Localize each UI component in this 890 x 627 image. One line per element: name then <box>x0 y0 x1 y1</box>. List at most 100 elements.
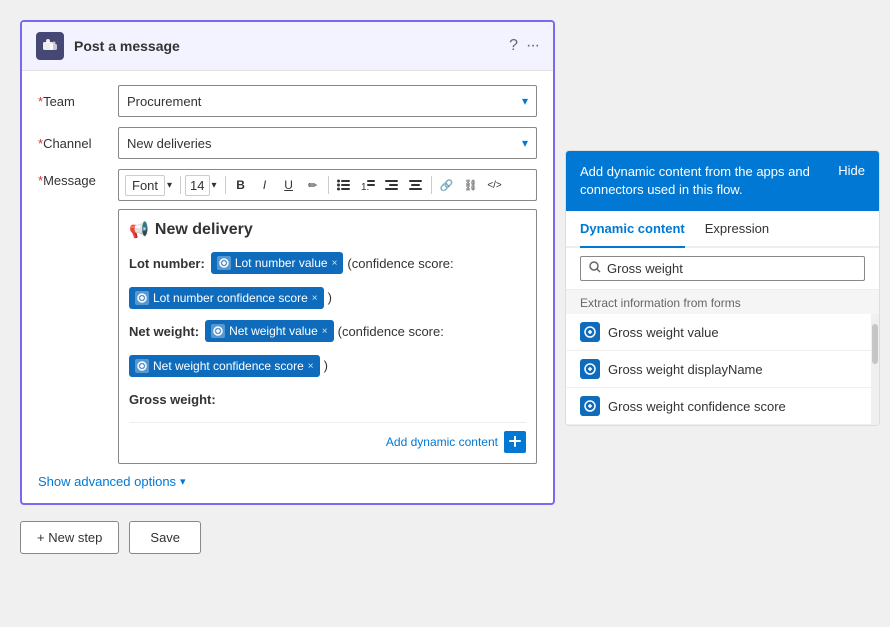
closing-paren-2: ) <box>324 354 328 378</box>
net-confidence-row: Net weight confidence score × ) <box>129 354 526 378</box>
code-button[interactable]: </> <box>484 174 506 196</box>
lot-confidence-chip-icon <box>135 291 149 305</box>
size-chevron-icon[interactable]: ▾ <box>212 180 217 191</box>
message-row: *Message Font ▾ 14 ▾ <box>38 169 537 464</box>
new-step-label: + New step <box>37 530 102 545</box>
more-icon[interactable]: ··· <box>526 37 539 55</box>
item-label-2: Gross weight confidence score <box>608 399 786 414</box>
pen-button[interactable]: ✏ <box>302 174 324 196</box>
lot-value-chip[interactable]: Lot number value × <box>211 252 344 274</box>
panel-header: Add dynamic content from the apps and co… <box>566 151 879 211</box>
megaphone-icon: 📢 <box>129 220 149 240</box>
team-chevron-icon: ▾ <box>522 94 528 108</box>
show-advanced-chevron-icon: ▾ <box>180 475 186 488</box>
size-label[interactable]: 14 <box>185 175 209 196</box>
toolbar-divider-4 <box>431 176 432 194</box>
panel-items: Gross weight value Gross weight displayN… <box>566 314 879 425</box>
gross-weight-label: Gross weight: <box>129 388 216 412</box>
lot-confidence-row: Lot number confidence score × ) <box>129 286 526 310</box>
add-dynamic-row: Add dynamic content <box>129 422 526 453</box>
channel-chevron-icon: ▾ <box>522 136 528 150</box>
item-label-0: Gross weight value <box>608 325 719 340</box>
channel-row: *Channel New deliveries ▾ <box>38 127 537 159</box>
save-label: Save <box>150 530 180 545</box>
bullet-list-button[interactable] <box>333 174 355 196</box>
add-dynamic-button[interactable] <box>504 431 526 453</box>
toolbar-divider-3 <box>328 176 329 194</box>
net-value-chip-label: Net weight value <box>229 324 318 338</box>
team-label: *Team <box>38 94 110 109</box>
card-header-left: Post a message <box>36 32 180 60</box>
lot-number-label: Lot number: <box>129 252 205 276</box>
card-header-actions: ? ··· <box>509 37 539 55</box>
panel-tabs: Dynamic content Expression <box>566 211 879 248</box>
lot-confidence-chip-close[interactable]: × <box>312 293 318 304</box>
gross-weight-row: Gross weight: <box>129 388 526 412</box>
scrollbar-track[interactable] <box>871 314 879 425</box>
number-list-button[interactable]: 1. <box>357 174 379 196</box>
net-confidence-chip[interactable]: Net weight confidence score × <box>129 355 320 377</box>
team-row: *Team Procurement ▾ <box>38 85 537 117</box>
show-advanced-label: Show advanced options <box>38 474 176 489</box>
new-step-button[interactable]: + New step <box>20 521 119 554</box>
post-message-card: Post a message ? ··· *Team Procurement ▾ <box>20 20 555 505</box>
svg-text:1.: 1. <box>361 182 369 191</box>
dynamic-content-panel: Add dynamic content from the apps and co… <box>565 150 880 426</box>
lot-value-chip-close[interactable]: × <box>332 258 338 269</box>
lot-value-chip-icon <box>217 256 231 270</box>
message-editor: Font ▾ 14 ▾ B I U ✏ <box>118 169 537 464</box>
message-content-area[interactable]: 📢 New delivery Lot number: <box>118 209 537 464</box>
net-value-chip-icon <box>211 324 225 338</box>
panel-header-text: Add dynamic content from the apps and co… <box>580 163 830 199</box>
lot-number-row: Lot number: Lot number value × (confiden… <box>129 252 526 276</box>
panel-search <box>566 248 879 290</box>
card-body: *Team Procurement ▾ *Channel New deliver… <box>22 71 553 503</box>
teams-icon <box>36 32 64 60</box>
tab-dynamic-content[interactable]: Dynamic content <box>580 211 685 248</box>
indent-more-button[interactable] <box>405 174 427 196</box>
net-weight-row: Net weight: Net weight value × (confiden… <box>129 320 526 344</box>
font-selector[interactable]: Font ▾ <box>125 175 172 196</box>
net-confidence-chip-label: Net weight confidence score <box>153 359 304 373</box>
item-label-1: Gross weight displayName <box>608 362 763 377</box>
hide-button[interactable]: Hide <box>838 163 865 178</box>
font-chevron-icon[interactable]: ▾ <box>167 180 172 191</box>
search-icon <box>589 261 601 276</box>
scrollbar-thumb <box>872 324 878 364</box>
list-item[interactable]: Gross weight displayName <box>566 351 879 388</box>
net-value-chip[interactable]: Net weight value × <box>205 320 334 342</box>
panel-items-container: Gross weight value Gross weight displayN… <box>566 314 879 425</box>
team-select[interactable]: Procurement ▾ <box>118 85 537 117</box>
unlink-button[interactable]: ⛓ <box>460 174 482 196</box>
list-item[interactable]: Gross weight value <box>566 314 879 351</box>
channel-select[interactable]: New deliveries ▾ <box>118 127 537 159</box>
item-icon-0 <box>580 322 600 342</box>
size-selector[interactable]: 14 ▾ <box>185 175 217 196</box>
net-confidence-chip-icon <box>135 359 149 373</box>
link-button[interactable]: 🔗 <box>436 174 458 196</box>
underline-button[interactable]: U <box>278 174 300 196</box>
list-item[interactable]: Gross weight confidence score <box>566 388 879 425</box>
font-label[interactable]: Font <box>125 175 165 196</box>
italic-button[interactable]: I <box>254 174 276 196</box>
card-title: Post a message <box>74 38 180 54</box>
tab-expression[interactable]: Expression <box>705 211 769 248</box>
add-dynamic-link[interactable]: Add dynamic content <box>386 435 498 449</box>
save-button[interactable]: Save <box>129 521 201 554</box>
section-label: Extract information from forms <box>566 290 879 314</box>
toolbar-divider-1 <box>180 176 181 194</box>
show-advanced-options[interactable]: Show advanced options ▾ <box>38 474 537 489</box>
help-icon[interactable]: ? <box>509 37 518 55</box>
net-confidence-chip-close[interactable]: × <box>308 361 314 372</box>
indent-less-button[interactable] <box>381 174 403 196</box>
lot-value-chip-label: Lot number value <box>235 256 328 270</box>
lot-confidence-chip[interactable]: Lot number confidence score × <box>129 287 324 309</box>
confidence-text-2: (confidence score: <box>338 320 444 344</box>
net-value-chip-close[interactable]: × <box>322 326 328 337</box>
search-box <box>580 256 865 281</box>
search-input[interactable] <box>607 261 856 276</box>
bold-button[interactable]: B <box>230 174 252 196</box>
toolbar-divider-2 <box>225 176 226 194</box>
message-toolbar: Font ▾ 14 ▾ B I U ✏ <box>118 169 537 201</box>
lot-confidence-chip-label: Lot number confidence score <box>153 291 308 305</box>
